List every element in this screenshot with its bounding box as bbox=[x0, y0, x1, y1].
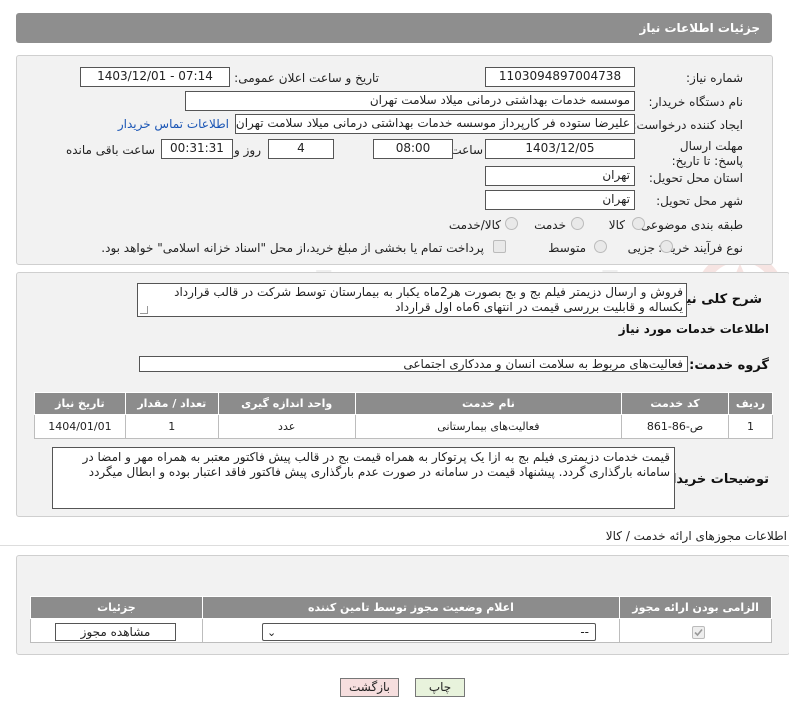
services-title: اطلاعات خدمات مورد نیاز bbox=[618, 322, 769, 336]
col-row: ردیف bbox=[727, 392, 774, 415]
print-button[interactable]: چاپ bbox=[415, 678, 465, 697]
permits-col-required: الزامی بودن ارائه مجوز bbox=[619, 596, 772, 619]
page-header: جزئیات اطلاعات نیاز bbox=[16, 13, 772, 43]
required-checkbox bbox=[692, 626, 705, 639]
process-radio-minor[interactable] bbox=[660, 240, 673, 253]
days-field: 4 bbox=[268, 139, 334, 159]
cell-qty: 1 bbox=[124, 414, 219, 439]
col-qty: تعداد / مقدار bbox=[124, 392, 219, 415]
permits-divider bbox=[0, 545, 789, 546]
remaining-time-field: 00:31:31 bbox=[161, 139, 233, 159]
category-option-both: کالا/خدمت bbox=[448, 218, 501, 232]
cell-date: 1404/01/01 bbox=[34, 414, 126, 439]
category-radio-goods[interactable] bbox=[632, 217, 645, 230]
process-option-medium: متوسط bbox=[548, 241, 586, 255]
permits-title: اطلاعات مجوزهای ارائه خدمت / کالا bbox=[605, 529, 787, 543]
cell-name: فعالیت‌های بیمارستانی bbox=[354, 414, 623, 439]
contact-info-link[interactable]: اطلاعات تماس خریدار bbox=[118, 117, 229, 131]
payment-checkbox[interactable] bbox=[493, 240, 506, 253]
creator-label: ایجاد کننده درخواست: bbox=[632, 118, 743, 132]
days-label: روز و bbox=[234, 143, 261, 157]
view-permit-button[interactable]: مشاهده مجوز bbox=[55, 623, 176, 641]
city-field: تهران bbox=[485, 190, 635, 210]
need-number-label: شماره نیاز: bbox=[686, 71, 743, 85]
group-field: فعالیت‌های مربوط به سلامت انسان و مددکار… bbox=[139, 356, 688, 372]
resize-handle[interactable] bbox=[140, 306, 148, 314]
cell-code: ص-86-861 bbox=[621, 414, 729, 439]
buyer-notes-label: توضیحات خریدار: bbox=[659, 472, 769, 487]
permits-col-status: اعلام وضعیت مجوز توسط تامین کننده bbox=[201, 596, 621, 619]
process-option-minor: جزیی bbox=[627, 241, 655, 255]
announce-field: 1403/12/01 - 07:14 bbox=[80, 67, 230, 87]
description-field: فروش و ارسال دزیمتر فیلم بج و بج بصورت ه… bbox=[137, 283, 687, 317]
page-title: جزئیات اطلاعات نیاز bbox=[639, 21, 760, 35]
province-field: تهران bbox=[485, 166, 635, 186]
category-option-service: خدمت bbox=[534, 218, 566, 232]
permits-col-details: جزئیات bbox=[30, 596, 203, 619]
payment-note: پرداخت تمام یا بخشی از مبلغ خرید،از محل … bbox=[101, 241, 484, 255]
time-label: ساعت bbox=[450, 143, 483, 157]
group-label: گروه خدمت: bbox=[689, 358, 769, 373]
col-unit: واحد اندازه گیری bbox=[217, 392, 356, 415]
checkmark-icon bbox=[694, 628, 703, 637]
services-table: تاریخ نیاز تعداد / مقدار واحد اندازه گیر… bbox=[34, 392, 774, 439]
permit-status-select[interactable]: ⌄ -- bbox=[262, 623, 596, 641]
col-name: نام خدمت bbox=[354, 392, 623, 415]
permit-status-value: -- bbox=[580, 625, 589, 639]
col-date: تاریخ نیاز bbox=[34, 392, 126, 415]
chevron-down-icon: ⌄ bbox=[267, 626, 277, 639]
deadline-label: مهلت ارسال پاسخ: تا تاریخ: bbox=[671, 139, 743, 168]
cell-row: 1 bbox=[727, 414, 774, 439]
category-label: طبقه بندی موضوعی: bbox=[636, 218, 743, 232]
col-code: کد خدمت bbox=[621, 392, 729, 415]
category-option-goods: کالا bbox=[608, 218, 625, 232]
process-radio-medium[interactable] bbox=[594, 240, 607, 253]
city-label: شهر محل تحویل: bbox=[656, 194, 743, 208]
cell-unit: عدد bbox=[217, 414, 356, 439]
back-button[interactable]: بازگشت bbox=[340, 678, 399, 697]
need-number-field: 1103094897004738 bbox=[485, 67, 635, 87]
creator-field: علیرضا ستوده فر کارپرداز موسسه خدمات بهد… bbox=[235, 114, 635, 134]
buyer-label: نام دستگاه خریدار: bbox=[648, 95, 744, 109]
buyer-field: موسسه خدمات بهداشتی درمانی میلاد سلامت ت… bbox=[185, 91, 635, 111]
category-radio-both[interactable] bbox=[505, 217, 518, 230]
category-radio-service[interactable] bbox=[571, 217, 584, 230]
deadline-time-field: 08:00 bbox=[373, 139, 453, 159]
announce-label: تاریخ و ساعت اعلان عمومی: bbox=[234, 71, 379, 85]
remaining-label: ساعت باقی مانده bbox=[65, 143, 155, 157]
deadline-date-field: 1403/12/05 bbox=[485, 139, 635, 159]
province-label: استان محل تحویل: bbox=[648, 171, 743, 185]
table-row: 1404/01/01 1 عدد فعالیت‌های بیمارستانی ص… bbox=[34, 414, 774, 439]
buyer-notes-field: قیمت خدمات دزیمتری فیلم بج به ازا یک پرت… bbox=[52, 447, 675, 509]
